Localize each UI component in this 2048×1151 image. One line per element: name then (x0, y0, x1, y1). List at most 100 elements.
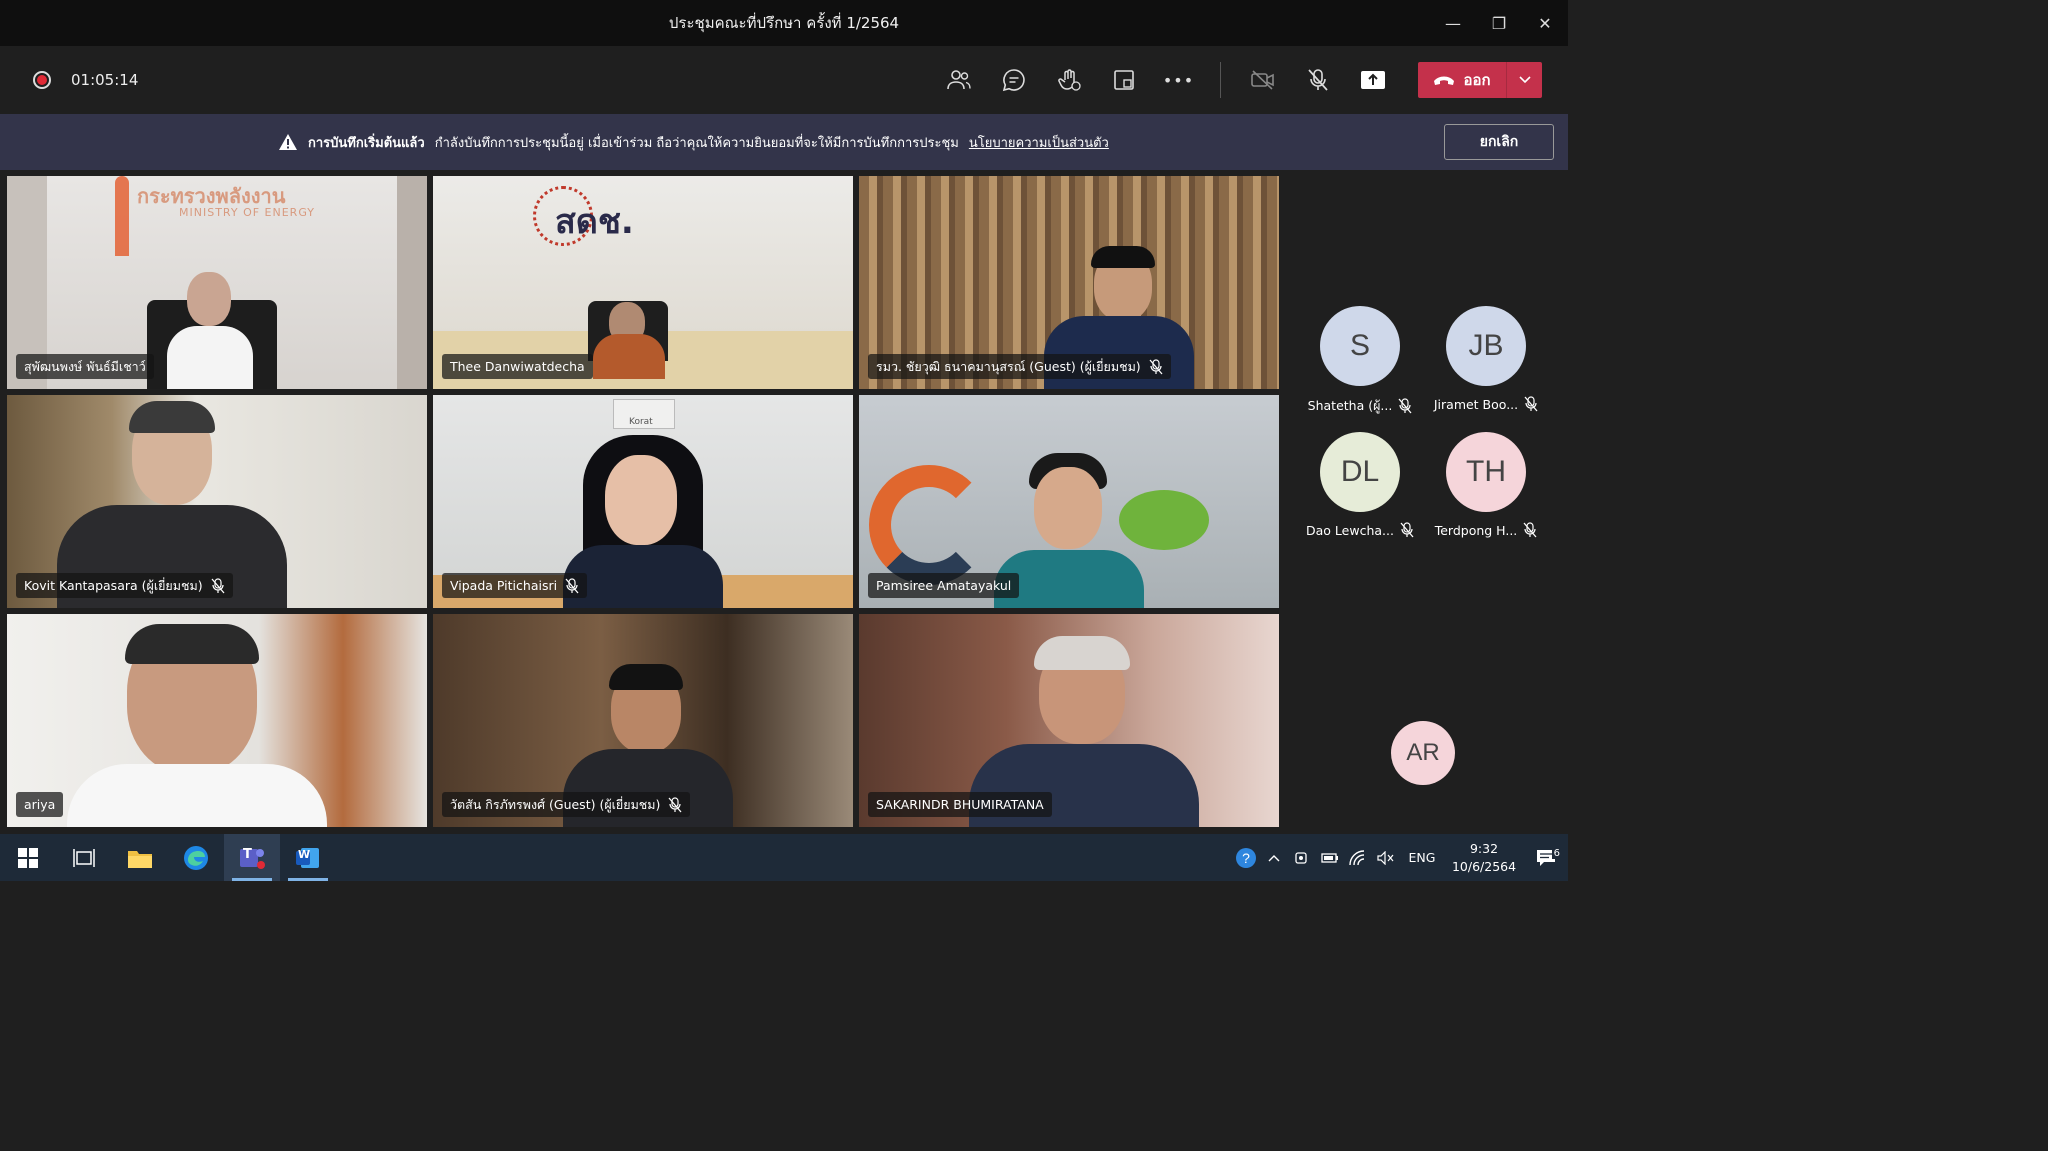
windows-taskbar: T W ? ENG 9:32 10/6/2564 6 (0, 834, 1568, 881)
chevron-up-icon (1268, 854, 1280, 861)
participant-name-tag: SAKARINDR BHUMIRATANA (868, 792, 1052, 817)
participant-name-tag: สุพัฒนพงษ์ พันธ์มีเชาว์ (16, 354, 154, 379)
meet-now-icon (1295, 851, 1307, 864)
file-explorer-button[interactable] (112, 834, 168, 881)
participant-avatar-tile[interactable]: JB Jiramet Boo... (1423, 306, 1549, 412)
ministry-logo (115, 176, 129, 256)
clock-time: 9:32 (1469, 840, 1499, 856)
wall-sign-text: สดช. (555, 202, 634, 242)
reactions-button[interactable] (1041, 46, 1096, 114)
participant-name-tag: วัตสัน กิรภัทรพงศ์ (Guest) (ผู้เยี่ยมชม) (442, 792, 691, 817)
rooms-icon (1113, 70, 1134, 90)
leave-options-button[interactable] (1506, 62, 1542, 98)
battery-tray-button[interactable] (1316, 852, 1344, 864)
avatar-label: Shatetha (ผู้... (1297, 396, 1423, 416)
recording-message: การบันทึกเริ่มต้นแล้ว กำลังบันทึกการประช… (278, 114, 1109, 170)
participant-name-tag: Kovit Kantapasara (ผู้เยี่ยมชม) (16, 573, 233, 598)
clock-date: 10/6/2564 (1451, 858, 1517, 874)
word-button[interactable]: W (280, 834, 336, 881)
language-indicator[interactable]: ENG (1400, 850, 1444, 865)
video-grid: กระทรวงพลังงาน MINISTRY OF ENERGY สุพัฒน… (7, 176, 1280, 828)
window-titlebar: ประชุมคณะที่ปรึกษา ครั้งที่ 1/2564 — ❐ ✕ (0, 0, 1568, 46)
volume-muted-icon (1377, 850, 1394, 865)
camera-off-icon (1250, 70, 1274, 90)
avatar: TH (1446, 432, 1526, 512)
video-tile[interactable]: กระทรวงพลังงาน MINISTRY OF ENERGY สุพัฒน… (7, 176, 427, 389)
maximize-button[interactable]: ❐ (1476, 0, 1522, 46)
notification-count-badge: 6 (1551, 847, 1562, 859)
participant-name-tag: ariya (16, 792, 64, 817)
wall-sign-subtext: MINISTRY OF ENERGY (179, 206, 316, 219)
avatar: JB (1446, 306, 1526, 386)
mic-off-icon (1149, 358, 1163, 374)
windows-start-icon (18, 847, 38, 868)
leave-button-group: ออก (1418, 62, 1542, 98)
system-tray: ? ENG 9:32 10/6/2564 6 (1232, 834, 1568, 881)
warning-icon (279, 134, 297, 150)
start-button[interactable] (0, 834, 56, 881)
leave-button[interactable]: ออก (1418, 62, 1506, 98)
video-tile[interactable]: Pamsiree Amatayakul (859, 395, 1279, 608)
avatar-label: Jiramet Boo... (1423, 396, 1549, 412)
participant-avatar-tile[interactable]: S Shatetha (ผู้... (1297, 306, 1423, 416)
participant-name-tag: รมว. ชัยวุฒิ ธนาคมานุสรณ์ (Guest) (ผู้เย… (868, 354, 1171, 379)
chat-button[interactable] (986, 46, 1041, 114)
avatar: AR (1391, 721, 1455, 785)
breakout-rooms-button[interactable] (1096, 46, 1151, 114)
participant-avatar-tile[interactable]: AR (1360, 721, 1486, 785)
video-tile[interactable]: รมว. ชัยวุฒิ ธนาคมานุสรณ์ (Guest) (ผู้เย… (859, 176, 1279, 389)
show-hidden-icons-button[interactable] (1260, 854, 1288, 862)
avatar-label: Terdpong H... (1423, 522, 1549, 538)
mic-off-icon (1523, 522, 1537, 538)
cancel-recording-button[interactable]: ยกเลิก (1444, 124, 1554, 160)
taskbar-clock[interactable]: 9:32 10/6/2564 (1444, 840, 1524, 876)
window-title: ประชุมคณะที่ปรึกษา ครั้งที่ 1/2564 (668, 14, 900, 32)
raise-hand-icon (1057, 69, 1081, 91)
meet-now-tray-button[interactable] (1288, 850, 1316, 866)
people-icon (946, 70, 971, 90)
call-timer: 01:05:14 (71, 71, 139, 89)
share-screen-button[interactable] (1345, 46, 1400, 114)
teams-letter: T (243, 847, 252, 862)
participant-avatar-tile[interactable]: DL Dao Lewcha... (1297, 432, 1423, 538)
teams-button[interactable]: T (224, 834, 280, 881)
help-icon: ? (1236, 847, 1256, 868)
leave-label: ออก (1463, 71, 1491, 89)
video-tile[interactable]: SAKARINDR BHUMIRATANA (859, 614, 1279, 827)
more-actions-button[interactable]: ••• (1151, 46, 1206, 114)
privacy-policy-link[interactable]: นโยบายความเป็นส่วนตัว (969, 132, 1109, 153)
notification-center-button[interactable]: 6 (1524, 847, 1568, 867)
mic-off-icon (1398, 398, 1412, 414)
participants-button[interactable] (931, 46, 986, 114)
avatar: S (1320, 306, 1400, 386)
recording-banner-text: กำลังบันทึกการประชุมนี้อยู่ เมื่อเข้าร่ว… (434, 135, 959, 151)
task-view-button[interactable] (56, 834, 112, 881)
volume-tray-button[interactable] (1372, 850, 1400, 865)
video-tile[interactable]: สดช. Thee Danwiwatdecha (433, 176, 853, 389)
video-tile[interactable]: Korat Vipada Pitichaisri (433, 395, 853, 608)
video-tile[interactable]: วัตสัน กิรภัทรพงศ์ (Guest) (ผู้เยี่ยมชม) (433, 614, 853, 827)
svg-text:?: ? (1242, 850, 1250, 866)
minimize-button[interactable]: — (1430, 0, 1476, 46)
task-view-icon (73, 848, 95, 867)
edge-icon (184, 845, 208, 870)
mic-off-icon (1400, 522, 1414, 538)
more-icon: ••• (1162, 70, 1195, 90)
microphone-toggle-button[interactable] (1290, 46, 1345, 114)
hang-up-icon (1434, 76, 1455, 85)
participant-avatar-tile[interactable]: TH Terdpong H... (1423, 432, 1549, 538)
call-toolbar: ••• ออก (931, 46, 1542, 114)
wifi-icon (1349, 849, 1365, 865)
video-tile[interactable]: ariya (7, 614, 427, 827)
video-tile[interactable]: Kovit Kantapasara (ผู้เยี่ยมชม) (7, 395, 427, 608)
close-button[interactable]: ✕ (1522, 0, 1568, 46)
share-tray-icon (1360, 71, 1385, 89)
wall-sign-text: Korat (629, 417, 653, 427)
toolbar-divider (1220, 62, 1221, 98)
camera-toggle-button[interactable] (1235, 46, 1290, 114)
help-tray-button[interactable]: ? (1232, 847, 1260, 869)
edge-button[interactable] (168, 834, 224, 881)
word-letter: W (298, 848, 311, 861)
network-tray-button[interactable] (1344, 849, 1372, 866)
recording-banner-title: การบันทึกเริ่มต้นแล้ว (308, 135, 425, 151)
